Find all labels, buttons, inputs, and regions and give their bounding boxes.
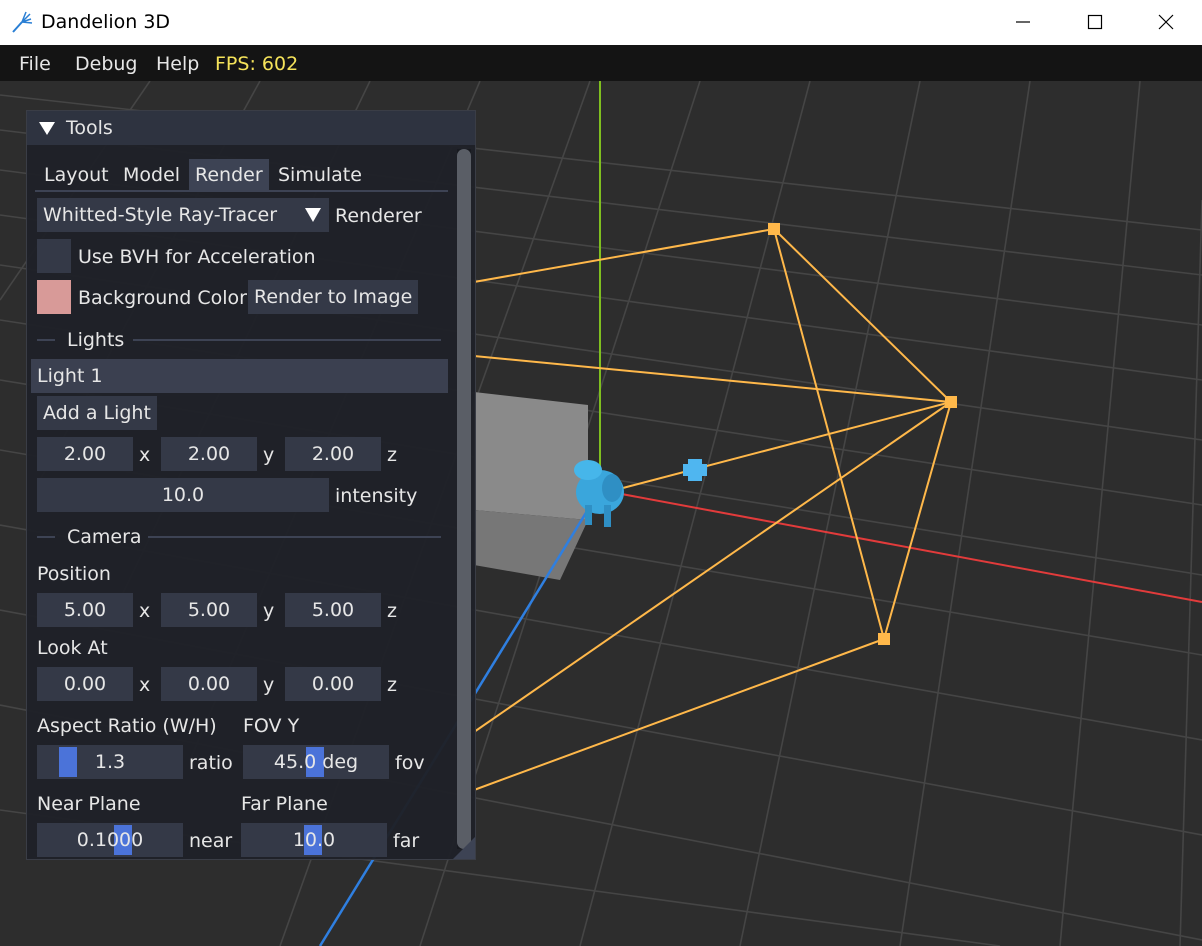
tools-panel-title: Tools	[66, 117, 113, 139]
far-plane-slider[interactable]: 10.0	[241, 823, 387, 857]
light-intensity-input[interactable]: 10.0	[37, 478, 329, 512]
camera-position-label: Position	[37, 563, 111, 585]
camera-position-y-label: y	[263, 600, 275, 622]
light-intensity-label: intensity	[335, 485, 418, 507]
camera-position-z-label: z	[387, 600, 397, 622]
close-icon	[1158, 14, 1174, 30]
dropdown-arrow-icon	[305, 208, 321, 222]
light-list-item[interactable]: Light 1	[31, 359, 448, 393]
lights-separator-left	[37, 339, 55, 341]
close-button[interactable]	[1132, 0, 1202, 45]
look-at-y-input[interactable]: 0.00	[161, 667, 257, 701]
menu-file[interactable]: File	[19, 53, 51, 75]
title-bar: Dandelion 3D	[0, 0, 1202, 45]
menu-bar: File Debug Help FPS: 602	[0, 45, 1202, 81]
light-x-label: x	[139, 444, 151, 466]
look-at-label: Look At	[37, 637, 108, 659]
tab-render[interactable]: Render	[189, 159, 269, 191]
fps-counter: FPS: 602	[215, 53, 299, 75]
light-x-input[interactable]: 2.00	[37, 437, 133, 471]
window-title: Dandelion 3D	[41, 11, 171, 33]
light-z-label: z	[387, 444, 397, 466]
add-light-button[interactable]: Add a Light	[37, 396, 157, 430]
menu-help[interactable]: Help	[156, 53, 199, 75]
camera-separator-right	[148, 536, 441, 538]
camera-section-title: Camera	[67, 526, 142, 548]
look-at-x-label: x	[139, 674, 151, 696]
maximize-button[interactable]	[1061, 0, 1131, 45]
aspect-ratio-value: 1.3	[94, 751, 126, 773]
renderer-select[interactable]: Whitted-Style Ray-Tracer	[37, 198, 329, 232]
renderer-select-value: Whitted-Style Ray-Tracer	[43, 204, 278, 226]
camera-position-y-input[interactable]: 5.00	[161, 593, 257, 627]
far-plane-unit: far	[393, 830, 420, 852]
far-plane-value: 10.0	[292, 829, 336, 851]
near-plane-label: Near Plane	[37, 793, 141, 815]
aspect-ratio-slider-grab[interactable]	[59, 747, 77, 777]
fov-y-unit: fov	[395, 752, 425, 774]
tools-panel-header[interactable]: Tools	[27, 111, 475, 145]
minimize-icon	[1016, 21, 1030, 23]
renderer-label: Renderer	[335, 205, 422, 227]
look-at-z-label: z	[387, 674, 397, 696]
look-at-y-label: y	[263, 674, 275, 696]
light-z-input[interactable]: 2.00	[285, 437, 381, 471]
fov-y-value: 45.0 deg	[273, 751, 359, 773]
light-y-input[interactable]: 2.00	[161, 437, 257, 471]
aspect-ratio-slider[interactable]: 1.3	[37, 745, 183, 779]
tab-model[interactable]: Model	[117, 159, 186, 191]
tools-panel: Tools Layout Model Render Simulate Whitt…	[26, 110, 476, 860]
camera-position-x-input[interactable]: 5.00	[37, 593, 133, 627]
tab-layout[interactable]: Layout	[38, 159, 115, 191]
near-plane-slider[interactable]: 0.1000	[37, 823, 183, 857]
light-y-label: y	[263, 444, 275, 466]
gray-box-model[interactable]	[474, 392, 588, 580]
tab-simulate[interactable]: Simulate	[272, 159, 368, 191]
dandelion-app-icon	[12, 11, 33, 33]
tab-underline	[35, 190, 448, 192]
panel-resize-grip[interactable]	[453, 837, 475, 859]
render-to-image-button[interactable]: Render to Image	[248, 280, 419, 314]
light-list-item-label: Light 1	[37, 365, 103, 387]
camera-position-x-label: x	[139, 600, 151, 622]
aspect-ratio-label: Aspect Ratio (W/H)	[37, 715, 217, 737]
lights-section-title: Lights	[67, 329, 125, 351]
minimize-button[interactable]	[989, 0, 1059, 45]
fov-y-label: FOV Y	[243, 715, 300, 737]
camera-position-z-input[interactable]: 5.00	[285, 593, 381, 627]
collapse-triangle-icon[interactable]	[38, 120, 56, 136]
fov-y-slider[interactable]: 45.0 deg	[243, 745, 389, 779]
camera-separator-left	[37, 536, 55, 538]
lights-separator-right	[133, 339, 441, 341]
background-color-swatch[interactable]	[37, 280, 71, 314]
menu-debug[interactable]: Debug	[75, 53, 137, 75]
tools-scrollbar-thumb[interactable]	[457, 149, 471, 849]
bvh-label: Use BVH for Acceleration	[78, 246, 316, 268]
look-at-x-input[interactable]: 0.00	[37, 667, 133, 701]
aspect-ratio-unit: ratio	[189, 752, 233, 774]
maximize-icon	[1087, 14, 1103, 30]
far-plane-label: Far Plane	[241, 793, 328, 815]
near-plane-unit: near	[189, 830, 233, 852]
near-plane-value: 0.1000	[76, 829, 144, 851]
bvh-checkbox[interactable]	[37, 239, 71, 273]
background-color-label: Background Color	[78, 287, 247, 309]
look-at-z-input[interactable]: 0.00	[285, 667, 381, 701]
